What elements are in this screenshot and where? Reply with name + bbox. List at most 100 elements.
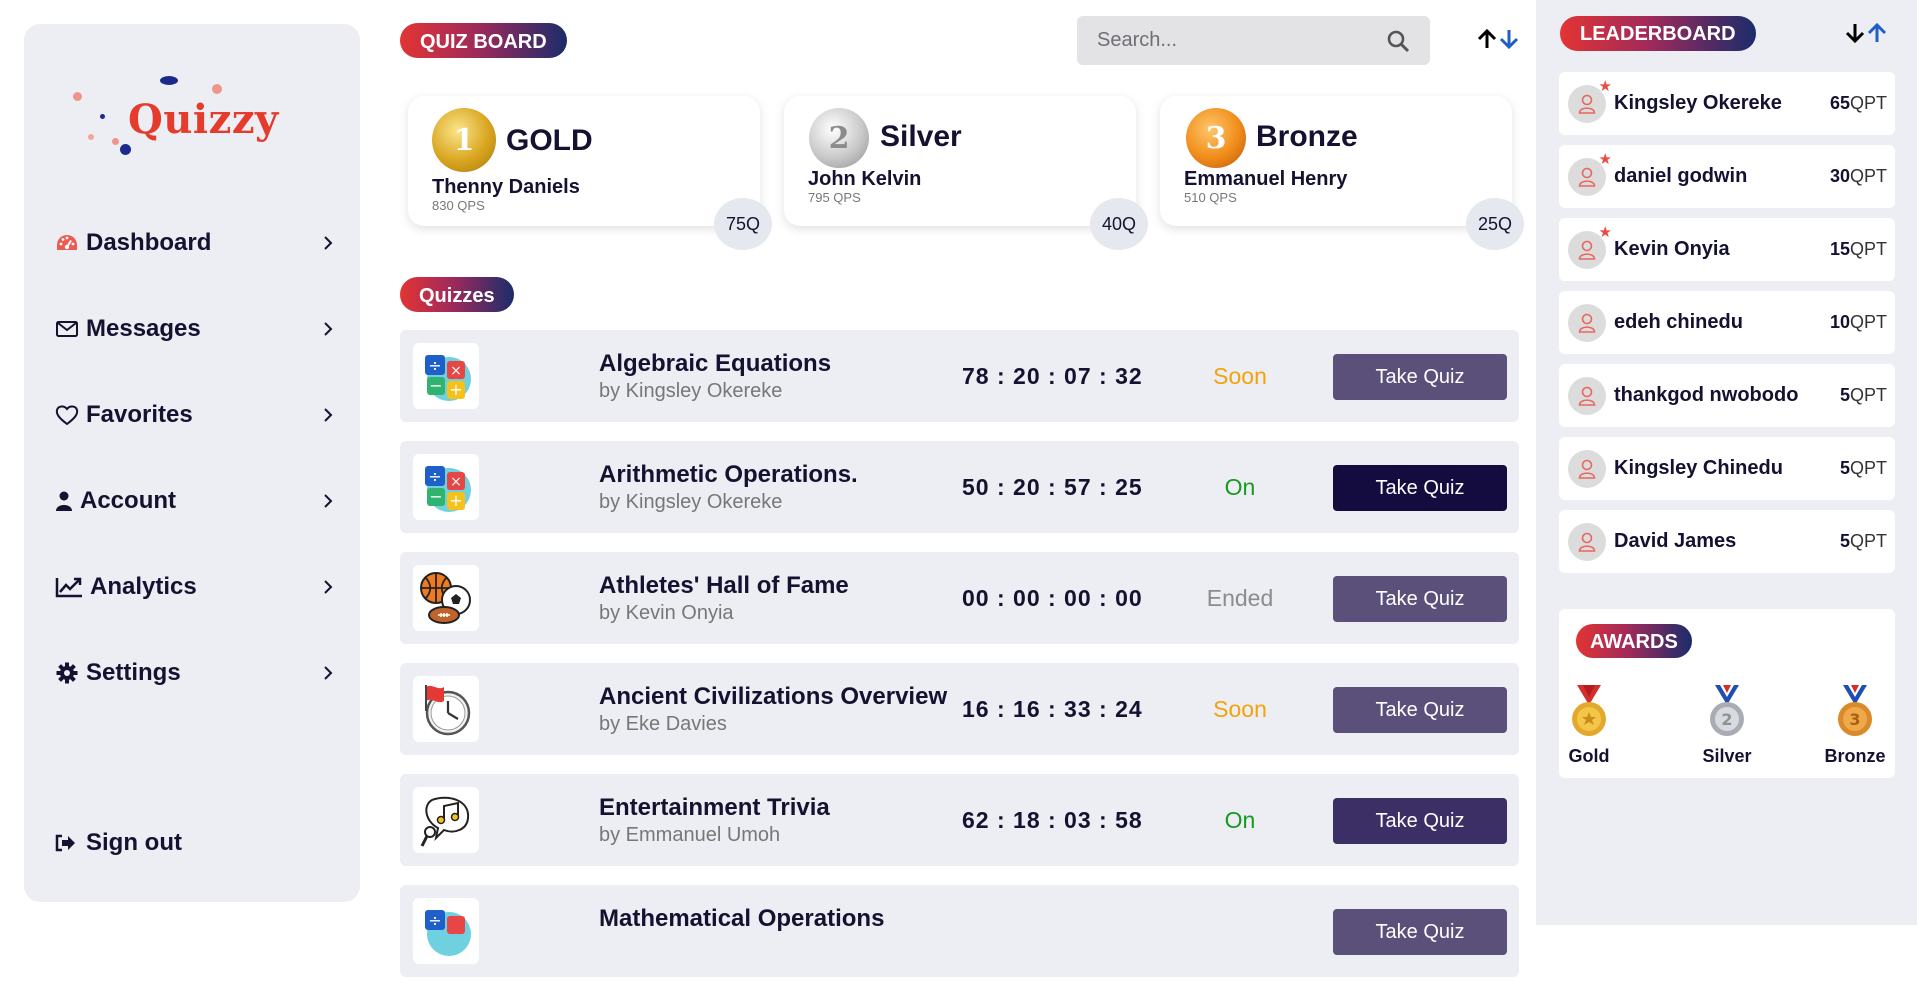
user-outline-icon (1578, 240, 1596, 260)
user-outline-icon (1578, 386, 1596, 406)
leaderboard-entry[interactable]: ★ Kingsley Okereke 65QPT (1559, 72, 1895, 135)
svg-text:+: + (449, 380, 462, 399)
award-bronze[interactable]: 3 Bronze (1815, 683, 1895, 767)
quiz-title: Mathematical Operations (599, 905, 885, 932)
avatar: ★ (1568, 225, 1612, 269)
leaderboard-name: Kevin Onyia (1614, 238, 1730, 260)
sidebar-item-analytics[interactable]: Analytics (54, 544, 336, 630)
take-quiz-button[interactable]: Take Quiz (1333, 576, 1507, 622)
quiz-title: Arithmetic Operations. (599, 461, 858, 488)
bronze-medal-icon: 3 (1838, 685, 1872, 736)
take-quiz-button[interactable]: Take Quiz (1333, 465, 1507, 511)
podium-card-gold[interactable]: 1 GOLD Thenny Daniels 830 QPS 75Q (408, 96, 772, 250)
sidebar-item-account[interactable]: Account (54, 458, 336, 544)
arrow-up-icon (1867, 22, 1887, 42)
leaderboard-score: 30QPT (1830, 166, 1887, 187)
dashboard-icon (54, 230, 80, 256)
leaderboard-entry[interactable]: David James 5QPT (1559, 510, 1895, 573)
sidebar-item-settings[interactable]: Settings (54, 630, 336, 716)
leaderboard-entry[interactable]: ★ daniel godwin 30QPT (1559, 145, 1895, 208)
leaderboard-entry[interactable]: edeh chinedu 10QPT (1559, 291, 1895, 354)
gold-medal-icon: 1 (432, 108, 496, 172)
podium-card-silver[interactable]: 2 Silver John Kelvin 795 QPS 40Q (784, 96, 1148, 250)
user-outline-icon (1578, 313, 1596, 333)
quiz-count-badge: 40Q (1090, 198, 1148, 250)
sidebar-item-favorites[interactable]: Favorites (54, 372, 336, 458)
score-value: 5 (1839, 385, 1850, 405)
app-logo[interactable]: Quizzy (48, 48, 278, 158)
quiz-title: Algebraic Equations (599, 350, 832, 377)
score-value: 15 (1829, 239, 1850, 259)
leaderboard-name: edeh chinedu (1614, 311, 1743, 333)
quiz-count-badge: 25Q (1466, 198, 1524, 250)
sign-out-button[interactable]: Sign out (54, 829, 182, 857)
quiz-status: On (1224, 474, 1256, 500)
svg-text:3: 3 (1849, 710, 1860, 729)
take-quiz-button[interactable]: Take Quiz (1333, 798, 1507, 844)
search-icon[interactable] (1386, 29, 1410, 53)
bronze-medal-icon: 3 (1186, 108, 1246, 168)
quiz-countdown: 50 : 20 : 57 : 25 (962, 474, 1143, 500)
podium-winner-name: Thenny Daniels (432, 176, 580, 198)
avatar: ★ (1568, 152, 1612, 196)
leaderboard-score: 5QPT (1840, 531, 1887, 552)
leaderboard-score: 5QPT (1840, 458, 1887, 479)
avatar (1568, 376, 1606, 415)
quiz-title: Entertainment Trivia (599, 794, 830, 821)
medal-title: Silver (880, 120, 962, 153)
medal-number: 2 (828, 120, 850, 156)
sidebar-item-messages[interactable]: Messages (54, 286, 336, 372)
avatar (1568, 522, 1606, 561)
quiz-author: by Kevin Onyia (599, 602, 734, 624)
chevron-right-icon (324, 322, 333, 336)
leaderboard-sort-toggle[interactable] (1844, 22, 1888, 46)
history-icon (413, 676, 479, 742)
take-quiz-button[interactable]: Take Quiz (1333, 354, 1507, 400)
arrow-up-icon (1477, 28, 1497, 48)
quiz-author: by Kingsley Okereke (599, 380, 783, 402)
avatar: ★ (1568, 79, 1612, 123)
leaderboard-name: Kingsley Chinedu (1614, 457, 1783, 479)
quiz-count-badge: 75Q (714, 198, 772, 250)
award-silver[interactable]: 2 Silver (1687, 683, 1767, 767)
score-unit: QPT (1849, 458, 1887, 478)
sort-toggle[interactable] (1476, 28, 1520, 52)
svg-text:÷: ÷ (428, 467, 441, 486)
leaderboard-entry[interactable]: Kingsley Chinedu 5QPT (1559, 437, 1895, 500)
awards-heading: AWARDS (1576, 624, 1692, 658)
leaderboard-entry[interactable]: ★ Kevin Onyia 15QPT (1559, 218, 1895, 281)
score-value: 30 (1829, 166, 1850, 186)
quiz-row: ÷ Mathematical Operations Take Quiz (400, 885, 1519, 977)
quiz-status: Soon (1213, 363, 1267, 389)
medal-title: Bronze (1256, 120, 1358, 153)
take-quiz-button[interactable]: Take Quiz (1333, 909, 1507, 955)
score-unit: QPT (1849, 312, 1887, 332)
chevron-right-icon (324, 408, 333, 422)
svg-text:÷: ÷ (428, 911, 441, 930)
gold-medal-icon (1572, 685, 1606, 736)
star-icon: ★ (1598, 223, 1612, 241)
award-gold[interactable]: Gold (1549, 683, 1629, 767)
quiz-row: Entertainment Trivia by Emmanuel Umoh 62… (400, 774, 1519, 866)
math-icon: ÷ × − + (413, 454, 479, 520)
heart-icon (54, 402, 80, 428)
take-quiz-button[interactable]: Take Quiz (1333, 687, 1507, 733)
sidebar-item-label: Settings (86, 659, 181, 686)
quiz-list: ÷ × − + Algebraic Equations by Kingsley Oke… (400, 330, 1519, 996)
leaderboard-entry[interactable]: thankgod nwobodo 5QPT (1559, 364, 1895, 427)
podium-winner-name: John Kelvin (808, 168, 922, 190)
sports-icon (413, 565, 479, 631)
leaderboard-score: 10QPT (1830, 312, 1887, 333)
sidebar-item-dashboard[interactable]: Dashboard (54, 200, 336, 286)
avatar (1568, 449, 1606, 488)
leaderboard-heading: LEADERBOARD (1560, 16, 1756, 51)
chevron-right-icon (324, 580, 333, 594)
search-input[interactable]: Search... (1077, 16, 1430, 65)
podium-card-bronze[interactable]: 3 Bronze Emmanuel Henry 510 QPS 25Q (1160, 96, 1524, 250)
awards-card: AWARDS Gold 2 Silver 3 Bronze (1559, 609, 1895, 778)
leaderboard-name: Kingsley Okereke (1614, 92, 1782, 114)
quiz-title: Athletes' Hall of Fame (599, 572, 849, 599)
score-unit: QPT (1849, 239, 1887, 259)
quiz-countdown: 62 : 18 : 03 : 58 (962, 807, 1143, 833)
sign-out-label: Sign out (86, 829, 182, 856)
